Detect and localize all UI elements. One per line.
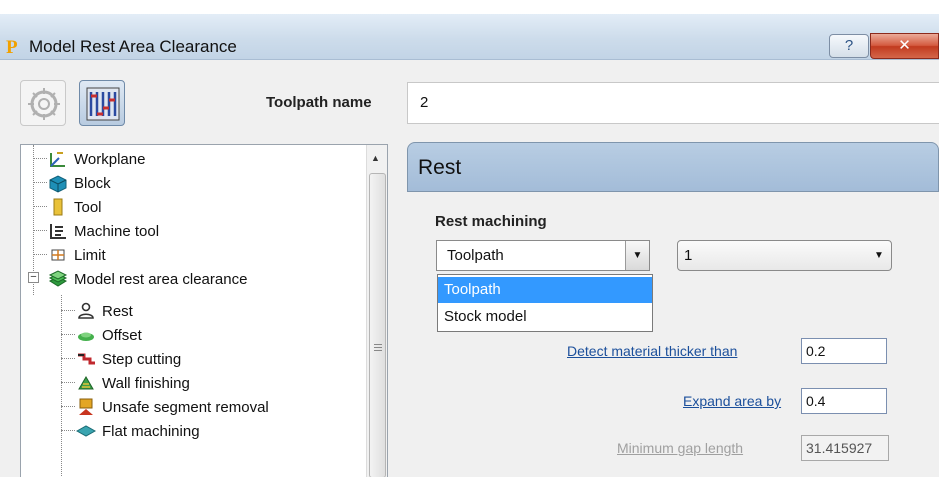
background-window-strip (0, 0, 939, 14)
tree-item-workplane[interactable]: Workplane (47, 147, 145, 171)
minimum-gap-link: Minimum gap length (617, 440, 744, 456)
panel-header: Rest (407, 142, 939, 192)
grip-icon (374, 344, 382, 353)
tree-item-rest[interactable]: Rest (75, 299, 133, 323)
close-button[interactable]: ✕ (870, 33, 939, 59)
limit-icon (51, 249, 65, 261)
tree-item-wall-finishing[interactable]: Wall finishing (75, 371, 190, 395)
tree-item-label: Workplane (74, 150, 146, 168)
rest-type-options-list: Toolpath Stock model (437, 274, 653, 332)
rest-icon (78, 302, 94, 319)
expand-area-input[interactable]: 0.4 (801, 388, 887, 414)
expand-area-link[interactable]: Expand area by (683, 393, 781, 409)
panel-title: Rest (418, 156, 462, 179)
machine-tool-icon (50, 224, 66, 239)
tree-item-step-cutting[interactable]: Step cutting (75, 347, 181, 371)
tree-item-label: Unsafe segment removal (102, 398, 269, 416)
wall-finishing-icon (78, 376, 94, 390)
detect-material-input[interactable]: 0.2 (801, 338, 887, 364)
window-title: Model Rest Area Clearance (29, 37, 237, 56)
collapse-toggle[interactable]: − (28, 272, 39, 283)
rest-type-value: Toolpath (447, 247, 504, 264)
toolpath-name-label: Toolpath name (266, 94, 372, 111)
rest-machining-label: Rest machining (435, 213, 547, 230)
chevron-down-icon[interactable]: ▼ (625, 241, 649, 270)
option-toolpath[interactable]: Toolpath (438, 277, 652, 303)
tree-item-label: Offset (102, 326, 142, 344)
reference-toolpath-value: 1 (684, 247, 693, 264)
tree-item-block[interactable]: Block (47, 171, 111, 195)
tree-item-label: Wall finishing (102, 374, 190, 392)
tree-item-label: Tool (74, 198, 102, 216)
tree-item-offset[interactable]: Offset (75, 323, 142, 347)
title-bar: P Model Rest Area Clearance ? ✕ (0, 14, 939, 60)
tree-item-machine-tool[interactable]: Machine tool (47, 219, 159, 243)
option-stock-model[interactable]: Stock model (438, 304, 652, 330)
strategy-tree: Workplane Block Tool Machine tool Limit (20, 144, 388, 477)
scrollbar-thumb[interactable] (369, 173, 386, 477)
tree-item-unsafe-segment-removal[interactable]: Unsafe segment removal (75, 395, 269, 419)
toolpath-strategy-icon (86, 87, 120, 121)
tree-item-label: Flat machining (102, 422, 200, 440)
minimum-gap-input: 31.415927 (801, 435, 889, 461)
tree-item-limit[interactable]: Limit (47, 243, 106, 267)
detect-material-link[interactable]: Detect material thicker than (567, 343, 737, 359)
reference-toolpath-dropdown[interactable]: 1 ▼ (677, 240, 892, 271)
toolpath-name-input[interactable]: 2 (407, 82, 939, 124)
tool-icon (53, 198, 63, 216)
tree-item-label: Step cutting (102, 350, 182, 368)
scroll-up-arrow-icon[interactable]: ▲ (371, 153, 380, 163)
tree-item-tool[interactable]: Tool (47, 195, 102, 219)
toolpath-strategy-button[interactable] (79, 80, 125, 126)
flat-machining-icon (75, 425, 97, 437)
rest-type-dropdown[interactable]: Toolpath ▼ (436, 240, 650, 271)
app-icon: P (6, 37, 18, 58)
unsafe-segment-removal-icon (79, 398, 93, 415)
help-button[interactable]: ? (829, 34, 869, 58)
tree-item-label: Rest (102, 302, 133, 320)
step-cutting-icon (78, 353, 95, 365)
chevron-down-icon[interactable]: ▼ (867, 241, 891, 270)
block-icon (49, 175, 67, 193)
tree-scrollbar[interactable]: ▲ (366, 145, 387, 477)
tree-item-label: Model rest area clearance (74, 270, 248, 288)
model-rest-area-clearance-icon (48, 270, 68, 287)
workplane-icon (50, 152, 65, 167)
strategy-wheel-icon (28, 88, 60, 120)
strategy-selector-button[interactable] (20, 80, 66, 126)
tree-item-label: Machine tool (74, 222, 160, 240)
tree-item-label: Block (74, 174, 111, 192)
tree-item-label: Limit (74, 246, 106, 264)
tree-item-model-rest-area-clearance[interactable]: Model rest area clearance (47, 267, 247, 291)
tree-item-flat-machining[interactable]: Flat machining (75, 419, 200, 443)
offset-icon (78, 332, 94, 341)
